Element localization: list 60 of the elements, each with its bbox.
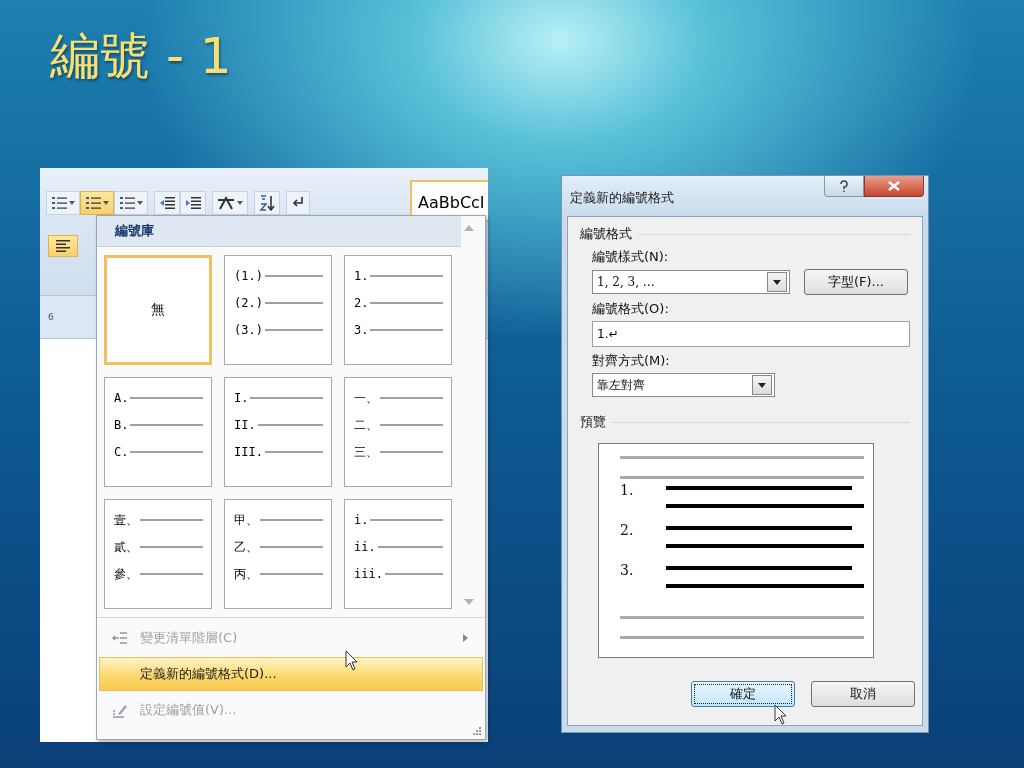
number-format-field[interactable]: 1.↵: [592, 321, 910, 347]
multilevel-list-button[interactable]: [114, 191, 148, 215]
caret-icon: [69, 201, 75, 205]
close-icon: [888, 181, 900, 191]
multilevel-list-icon: [119, 196, 135, 210]
group-label: 編號格式: [580, 225, 632, 243]
numbering-option[interactable]: 一、 二、 三、: [344, 377, 452, 487]
caret-icon: [103, 201, 109, 205]
dropdown-caret-icon: [758, 382, 766, 388]
numbering-option[interactable]: A. B. C.: [104, 377, 212, 487]
mouse-pointer-icon: [774, 704, 788, 726]
numbering-option[interactable]: I. II. III.: [224, 377, 332, 487]
dialog-button[interactable]: 確定: [691, 681, 795, 707]
dialog-button[interactable]: 取消: [811, 681, 915, 707]
caret-icon: [237, 201, 243, 205]
numbering-option[interactable]: 壹、 貳、 參、: [104, 499, 212, 609]
preview-number: 3.: [620, 562, 635, 578]
numbering-option[interactable]: (1.) (2.) (3.): [224, 255, 332, 365]
bullets-button[interactable]: [46, 191, 80, 215]
decrease-indent-icon: [159, 196, 175, 210]
align-left-icon: [55, 239, 71, 253]
increase-indent-button[interactable]: [180, 191, 206, 215]
paragraph-mark-button[interactable]: [286, 191, 310, 215]
bullet-list-icon: [51, 196, 67, 210]
increase-indent-icon: [185, 196, 201, 210]
field-label: 編號格式(O):: [592, 300, 670, 318]
asian-layout-button[interactable]: [212, 191, 248, 215]
list-level-icon: [112, 631, 128, 645]
mouse-pointer-icon: [345, 650, 359, 672]
pencil-number-icon: [112, 702, 128, 718]
close-button[interactable]: [864, 176, 924, 197]
numbered-list-icon: [85, 196, 101, 210]
alignment-dropdown[interactable]: 靠左對齊: [592, 373, 775, 397]
ruler-number: 6: [48, 312, 54, 322]
sort-button[interactable]: [254, 191, 280, 215]
group-label: 預覽: [580, 413, 606, 431]
dialog-title: 定義新的編號格式: [570, 189, 674, 207]
field-label: 對齊方式(M):: [592, 352, 671, 370]
number-style-dropdown[interactable]: 1, 2, 3, …: [592, 270, 790, 294]
resize-grip-icon[interactable]: [473, 727, 481, 735]
slide-title: 編號 - 1: [50, 26, 233, 87]
align-left-button[interactable]: [48, 235, 78, 257]
field-label: 編號樣式(N):: [592, 248, 670, 266]
sort-az-icon: [259, 195, 275, 211]
menu-item[interactable]: 定義新的編號格式(D)...: [99, 657, 483, 691]
caret-icon: [137, 201, 143, 205]
preview-number: 1.: [620, 482, 635, 498]
dropdown-caret-icon: [773, 279, 781, 285]
preview-number: 2.: [620, 522, 635, 538]
numbering-option[interactable]: 1. 2. 3.: [344, 255, 452, 365]
text-spacing-icon: [217, 196, 235, 210]
numbering-option[interactable]: i. ii. iii.: [344, 499, 452, 609]
numbering-option[interactable]: 無: [104, 255, 212, 365]
numbering-option[interactable]: 甲、 乙、 丙、: [224, 499, 332, 609]
help-icon: [839, 180, 849, 192]
gallery-heading: 編號庫: [97, 216, 461, 247]
decrease-indent-button[interactable]: [154, 191, 180, 215]
font-button[interactable]: 字型(F)...: [804, 269, 908, 295]
numbering-button[interactable]: [80, 191, 114, 215]
help-button[interactable]: [824, 176, 864, 197]
